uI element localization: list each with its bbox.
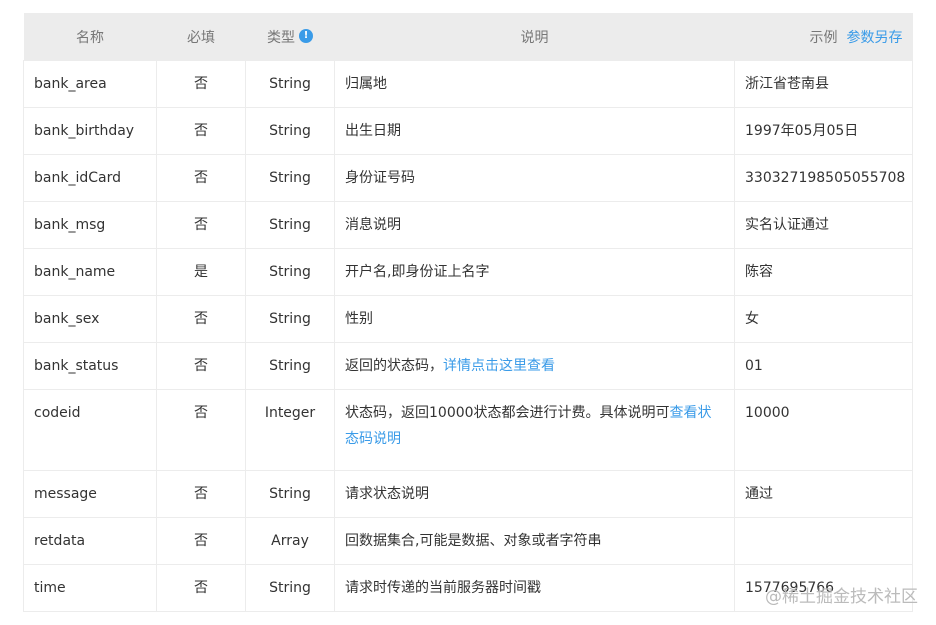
param-name: bank_sex xyxy=(23,295,157,343)
param-example: 330327198505055708 xyxy=(734,154,913,202)
param-required: 否 xyxy=(156,107,246,155)
param-example: 陈容 xyxy=(734,248,913,296)
table-row: bank_idCard 否 String 身份证号码 3303271985050… xyxy=(23,154,913,202)
param-description: 请求时传递的当前服务器时间戳 xyxy=(334,564,735,612)
param-example: 女 xyxy=(734,295,913,343)
param-description: 归属地 xyxy=(334,60,735,108)
param-name: bank_msg xyxy=(23,201,157,249)
params-table: 名称 必填 类型! 说明 示例 参数另存 bank_area 否 String 归… xyxy=(23,13,913,612)
param-type: String xyxy=(245,470,335,518)
param-description: 请求状态说明 xyxy=(334,470,735,518)
param-required: 否 xyxy=(156,517,246,565)
header-example-label: 示例 xyxy=(809,29,838,46)
param-type: String xyxy=(245,107,335,155)
header-description: 说明 xyxy=(334,13,735,61)
table-row: bank_area 否 String 归属地 浙江省苍南县 xyxy=(23,60,913,108)
param-required: 否 xyxy=(156,564,246,612)
param-required: 否 xyxy=(156,342,246,390)
save-params-link[interactable]: 参数另存 xyxy=(847,27,903,47)
table-row: bank_sex 否 String 性别 女 xyxy=(23,295,913,343)
header-type: 类型! xyxy=(245,13,335,61)
table-row: codeid 否 Integer 状态码，返回10000状态都会进行计费。具体说… xyxy=(23,389,913,471)
param-type: String xyxy=(245,295,335,343)
param-type: String xyxy=(245,564,335,612)
param-name: message xyxy=(23,470,157,518)
param-name: codeid xyxy=(23,389,157,471)
param-required: 否 xyxy=(156,295,246,343)
param-type: String xyxy=(245,248,335,296)
param-example: 10000 xyxy=(734,389,913,471)
param-description: 性别 xyxy=(334,295,735,343)
param-example: 通过 xyxy=(734,470,913,518)
param-description-text: 状态码，返回10000状态都会进行计费。具体说明可 xyxy=(345,405,670,421)
param-required: 否 xyxy=(156,389,246,471)
table-row: bank_status 否 String 返回的状态码，详情点击这里查看 01 xyxy=(23,342,913,390)
param-example: 01 xyxy=(734,342,913,390)
watermark: @稀土掘金技术社区 xyxy=(765,587,918,607)
header-required: 必填 xyxy=(156,13,246,61)
table-header-row: 名称 必填 类型! 说明 示例 参数另存 xyxy=(23,13,913,61)
param-required: 否 xyxy=(156,470,246,518)
param-description: 出生日期 xyxy=(334,107,735,155)
param-type: Array xyxy=(245,517,335,565)
header-type-label: 类型 xyxy=(267,29,295,46)
param-name: retdata xyxy=(23,517,157,565)
param-type: String xyxy=(245,342,335,390)
param-example xyxy=(734,517,913,565)
table-row: retdata 否 Array 回数据集合,可能是数据、对象或者字符串 xyxy=(23,517,913,565)
table-row: bank_msg 否 String 消息说明 实名认证通过 xyxy=(23,201,913,249)
param-required: 否 xyxy=(156,154,246,202)
param-example: 浙江省苍南县 xyxy=(734,60,913,108)
param-type: Integer xyxy=(245,389,335,471)
table-row: bank_name 是 String 开户名,即身份证上名字 陈容 xyxy=(23,248,913,296)
param-required: 否 xyxy=(156,201,246,249)
info-icon[interactable]: ! xyxy=(299,28,313,43)
param-example: 实名认证通过 xyxy=(734,201,913,249)
table-row: bank_birthday 否 String 出生日期 1997年05月05日 xyxy=(23,107,913,155)
param-name: bank_name xyxy=(23,248,157,296)
param-type: String xyxy=(245,60,335,108)
param-name: bank_birthday xyxy=(23,107,157,155)
param-description-text: 返回的状态码， xyxy=(345,358,443,374)
param-type: String xyxy=(245,154,335,202)
param-description: 返回的状态码，详情点击这里查看 xyxy=(334,342,735,390)
param-description: 开户名,即身份证上名字 xyxy=(334,248,735,296)
param-required: 是 xyxy=(156,248,246,296)
header-name: 名称 xyxy=(23,13,157,61)
param-required: 否 xyxy=(156,60,246,108)
param-description: 回数据集合,可能是数据、对象或者字符串 xyxy=(334,517,735,565)
params-table-container: 名称 必填 类型! 说明 示例 参数另存 bank_area 否 String 归… xyxy=(23,13,913,612)
param-example: 1997年05月05日 xyxy=(734,107,913,155)
param-name: time xyxy=(23,564,157,612)
param-description: 身份证号码 xyxy=(334,154,735,202)
header-example: 示例 参数另存 xyxy=(734,13,913,61)
param-description: 消息说明 xyxy=(334,201,735,249)
param-type: String xyxy=(245,201,335,249)
table-row: message 否 String 请求状态说明 通过 xyxy=(23,470,913,518)
status-detail-link[interactable]: 详情点击这里查看 xyxy=(443,358,555,374)
param-name: bank_idCard xyxy=(23,154,157,202)
param-description: 状态码，返回10000状态都会进行计费。具体说明可查看状态码说明 xyxy=(334,389,735,471)
param-name: bank_status xyxy=(23,342,157,390)
param-name: bank_area xyxy=(23,60,157,108)
